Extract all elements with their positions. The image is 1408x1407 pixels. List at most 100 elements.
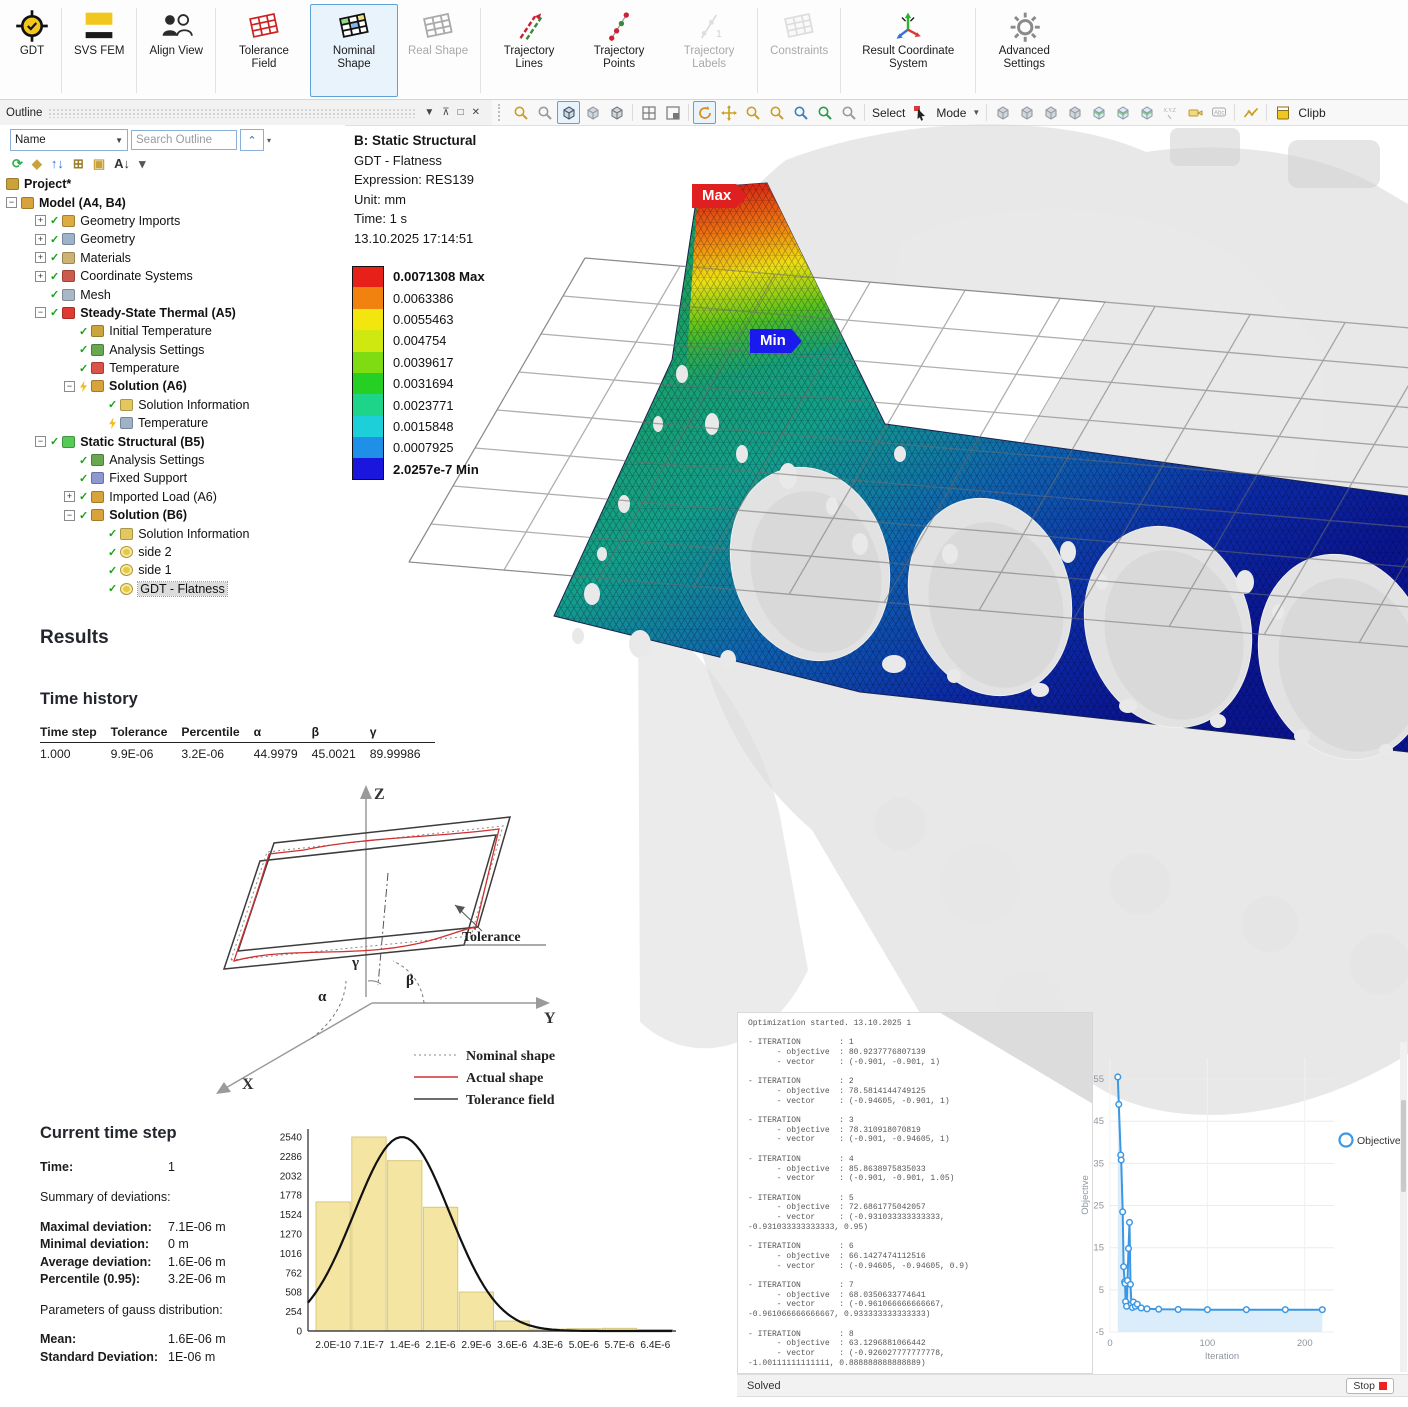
mesh-element-face-select-icon[interactable] xyxy=(1111,101,1134,124)
pin-icon[interactable]: ⊼ xyxy=(438,107,453,118)
zoom-history-back-icon[interactable] xyxy=(509,101,532,124)
outline-mini-toolbar: ⟳ ◆ ↑↓ ⊞ ▣ A↓ ▾ xyxy=(12,157,345,171)
tree-item-initial-temperature[interactable]: ✓Initial Temperature xyxy=(0,322,345,340)
clipboard-icon[interactable] xyxy=(1271,101,1294,124)
viewports-split-icon[interactable] xyxy=(661,101,684,124)
tree-expander-icon[interactable]: + xyxy=(64,491,75,502)
maximize-icon[interactable]: □ xyxy=(454,107,468,118)
ribbon-button-svs[interactable]: SVS FEM xyxy=(66,4,132,97)
close-icon[interactable]: ✕ xyxy=(468,107,484,118)
body-select-icon[interactable] xyxy=(1063,101,1086,124)
zoom-magnifier-icon[interactable] xyxy=(837,101,860,124)
ribbon-button-adv[interactable]: Advanced Settings xyxy=(980,4,1068,97)
tree-item-analysis-settings[interactable]: ✓Analysis Settings xyxy=(0,451,345,469)
tree-item-side-1[interactable]: ✓side 1 xyxy=(0,561,345,579)
vertical-scrollbar[interactable] xyxy=(1400,1042,1407,1372)
tree-item-temperature[interactable]: Temperature xyxy=(0,414,345,432)
scrollbar-thumb[interactable] xyxy=(1401,1100,1406,1192)
tree-item-imported-load-a6[interactable]: +✓Imported Load (A6) xyxy=(0,488,345,506)
ribbon-button-rcs[interactable]: Result Coordinate System xyxy=(845,4,971,97)
tree-item-materials[interactable]: +✓Materials xyxy=(0,249,345,267)
tree-expander-icon[interactable]: + xyxy=(35,234,46,245)
face-select-icon[interactable] xyxy=(1039,101,1062,124)
eraser-icon[interactable]: ◆ xyxy=(32,157,42,171)
mesh-node-select-icon[interactable] xyxy=(1087,101,1110,124)
ribbon-button-tol[interactable]: Tolerance Field xyxy=(220,4,308,97)
wireframe-view-icon[interactable] xyxy=(581,101,604,124)
tree-item-solution-a6[interactable]: −Solution (A6) xyxy=(0,377,345,395)
panel-window-buttons: ▼⊼□✕ xyxy=(416,107,488,118)
tree-expander-icon[interactable]: − xyxy=(64,510,75,521)
tree-item-mesh[interactable]: ✓Mesh xyxy=(0,285,345,303)
shaded-exterior-icon[interactable] xyxy=(557,101,580,124)
expand-all-icon[interactable]: ⊞ xyxy=(73,157,84,171)
label-probe-icon[interactable] xyxy=(1183,101,1206,124)
colorbar-cell xyxy=(352,437,384,458)
zoom-in-icon[interactable] xyxy=(741,101,764,124)
viewports-grid-icon[interactable] xyxy=(637,101,660,124)
tolerance-annotation: Tolerance xyxy=(462,930,521,945)
outline-search-input[interactable] xyxy=(131,130,237,150)
tree-expander-icon[interactable]: − xyxy=(35,307,46,318)
tree-item-coordinate-systems[interactable]: +✓Coordinate Systems xyxy=(0,267,345,285)
tree-item-project[interactable]: Project* xyxy=(0,175,345,193)
ribbon-button-tpoints[interactable]: Trajectory Points xyxy=(575,4,663,97)
collapse-search-button[interactable]: ⌃ xyxy=(240,129,264,151)
tree-item-solution-b6[interactable]: −✓Solution (B6) xyxy=(0,506,345,524)
refresh-icon[interactable]: ⟳ xyxy=(12,157,23,171)
tree-item-steady-state-thermal-a5[interactable]: −✓Steady-State Thermal (A5) xyxy=(0,304,345,322)
edge-select-icon[interactable] xyxy=(1015,101,1038,124)
ribbon-button-align[interactable]: Align View xyxy=(141,4,211,97)
zoom-history-forward-icon[interactable] xyxy=(533,101,556,124)
zoom-fit-icon[interactable] xyxy=(813,101,836,124)
mode-label[interactable]: Mode xyxy=(933,106,969,120)
tree-item-static-structural-b5[interactable]: −✓Static Structural (B5) xyxy=(0,432,345,450)
tree-expander-icon[interactable]: + xyxy=(35,252,46,263)
ribbon-button-tlines[interactable]: Trajectory Lines xyxy=(485,4,573,97)
sort-az-icon[interactable]: A↓ xyxy=(114,157,130,171)
tree-item-temperature[interactable]: ✓Temperature xyxy=(0,359,345,377)
pan-mode-icon[interactable] xyxy=(717,101,740,124)
toolbar-drag-handle[interactable] xyxy=(498,104,504,121)
tree-item-model-a4-b4[interactable]: −Model (A4, B4) xyxy=(0,193,345,211)
more-caret-icon[interactable]: ▾ xyxy=(139,157,146,171)
tree-item-geometry-imports[interactable]: +✓Geometry Imports xyxy=(0,212,345,230)
result-info-line: 13.10.2025 17:14:51 xyxy=(354,229,476,249)
rotate-mode-icon[interactable] xyxy=(693,101,716,124)
outline-filter-dropdown[interactable]: Name ▼ xyxy=(10,129,128,151)
chart-icon[interactable] xyxy=(1239,101,1262,124)
annotation-probe-icon[interactable]: Abc xyxy=(1207,101,1230,124)
select-label[interactable]: Select xyxy=(869,106,908,120)
coordinates-probe-icon[interactable]: X.Y.Z xyxy=(1159,101,1182,124)
vertex-select-icon[interactable] xyxy=(991,101,1014,124)
mode-caret-icon[interactable]: ▼ xyxy=(970,108,982,117)
tree-item-geometry[interactable]: +✓Geometry xyxy=(0,230,345,248)
shaded-edges-icon[interactable] xyxy=(605,101,628,124)
ribbon-button-gdt[interactable]: GDT xyxy=(7,4,57,97)
time-history-column-header: Percentile xyxy=(181,725,253,743)
tree-expander-icon[interactable]: − xyxy=(6,197,17,208)
tree-expander-icon[interactable]: + xyxy=(35,215,46,226)
tree-expander-icon[interactable]: − xyxy=(64,381,75,392)
folder-filter-icon[interactable]: ▣ xyxy=(93,157,105,171)
box-zoom-icon[interactable] xyxy=(789,101,812,124)
mesh-element-select-icon[interactable] xyxy=(1135,101,1158,124)
panel-menu-caret-icon[interactable]: ▼ xyxy=(420,107,438,118)
tree-item-solution-information[interactable]: ✓Solution Information xyxy=(0,396,345,414)
deviation-value: 1.6E-06 m xyxy=(168,1331,226,1349)
ribbon-button-nom[interactable]: Nominal Shape xyxy=(310,4,398,97)
tree-expander-icon[interactable]: + xyxy=(35,271,46,282)
tree-expander-icon[interactable]: − xyxy=(35,436,46,447)
stop-button[interactable]: Stop xyxy=(1346,1378,1394,1394)
sort-arrows-icon[interactable]: ↑↓ xyxy=(51,157,64,171)
select-cursor-icon[interactable] xyxy=(909,101,932,124)
clipboard-label[interactable]: Clipb xyxy=(1295,106,1328,120)
tree-item-side-2[interactable]: ✓side 2 xyxy=(0,543,345,561)
tree-item-analysis-settings[interactable]: ✓Analysis Settings xyxy=(0,341,345,359)
tree-item-gdt-flatness[interactable]: ✓GDT - Flatness xyxy=(0,580,345,598)
zoom-out-icon[interactable] xyxy=(765,101,788,124)
tree-item-solution-information[interactable]: ✓Solution Information xyxy=(0,524,345,542)
search-options-caret-icon[interactable]: ▾ xyxy=(267,136,271,145)
tree-item-fixed-support[interactable]: ✓Fixed Support xyxy=(0,469,345,487)
check-icon: ✓ xyxy=(108,546,117,559)
